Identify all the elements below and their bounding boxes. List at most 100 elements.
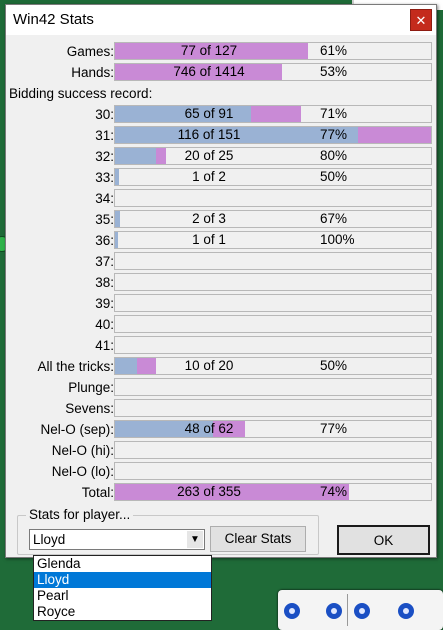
stat-percent: 53% xyxy=(320,64,348,79)
player-option-lloyd[interactable]: Lloyd xyxy=(34,572,211,588)
stat-row-label: Hands: xyxy=(71,65,114,80)
stat-percent: 61% xyxy=(320,43,348,58)
stat-bar: 116 of 151 77% xyxy=(114,126,432,144)
close-button[interactable]: ✕ xyxy=(410,9,432,31)
stat-row-label: 35: xyxy=(95,212,114,227)
ok-button[interactable]: OK xyxy=(337,525,430,555)
stat-bar: 263 of 355 74% xyxy=(114,483,432,501)
stat-row-label: 39: xyxy=(95,296,114,311)
stat-row-label: 40: xyxy=(95,317,114,332)
stat-count: 10 of 20 xyxy=(184,358,234,373)
stat-row: 32: 20 of 25 80% xyxy=(6,146,436,167)
stat-row: 37: xyxy=(6,251,436,272)
stat-bar xyxy=(114,252,432,270)
stat-count: 65 of 91 xyxy=(184,106,234,121)
stat-count: 116 of 151 xyxy=(177,127,241,142)
stat-row-label: 34: xyxy=(95,191,114,206)
player-option-glenda[interactable]: Glenda xyxy=(34,556,211,572)
stat-bar: 2 of 3 67% xyxy=(114,210,432,228)
stat-bar xyxy=(114,273,432,291)
player-select[interactable]: Lloyd ▼ xyxy=(29,529,205,550)
stat-row-label: 38: xyxy=(95,275,114,290)
stat-row-label: 31: xyxy=(95,128,114,143)
domino-pip xyxy=(398,603,414,619)
stat-bar: 10 of 20 50% xyxy=(114,357,432,375)
stat-bar xyxy=(114,399,432,417)
stat-bar xyxy=(114,189,432,207)
stat-percent: 50% xyxy=(320,358,348,373)
stat-count: 1 of 1 xyxy=(192,232,226,247)
stat-row-label: Games: xyxy=(66,44,114,59)
stat-percent: 77% xyxy=(320,127,348,142)
stat-row: 39: xyxy=(6,293,436,314)
stat-count: 77 of 127 xyxy=(180,43,238,58)
stat-bar xyxy=(114,315,432,333)
stat-bar: 48 of 62 77% xyxy=(114,420,432,438)
stat-row: Nel-O (lo): xyxy=(6,461,436,482)
stat-bar: 20 of 25 80% xyxy=(114,147,432,165)
stat-row-label: Nel-O (lo): xyxy=(51,464,114,479)
stat-count: 263 of 355 xyxy=(177,484,241,499)
chevron-down-icon[interactable]: ▼ xyxy=(187,531,203,548)
stat-bar xyxy=(114,336,432,354)
stat-count: 2 of 3 xyxy=(192,211,226,226)
player-option-royce[interactable]: Royce xyxy=(34,604,211,620)
stat-row-label: 41: xyxy=(95,338,114,353)
stat-bar: 1 of 2 50% xyxy=(114,168,432,186)
clear-stats-button[interactable]: Clear Stats xyxy=(210,526,306,552)
stat-row-label: Sevens: xyxy=(65,401,114,416)
stat-bar: 746 of 1414 53% xyxy=(114,63,432,81)
domino-divider xyxy=(347,594,348,626)
stat-row-label: 37: xyxy=(95,254,114,269)
stat-row: Plunge: xyxy=(6,377,436,398)
stat-row-label: 32: xyxy=(95,149,114,164)
title-bar[interactable]: Win42 Stats ✕ xyxy=(6,5,436,35)
stat-percent: 77% xyxy=(320,421,348,436)
stat-row: 33: 1 of 2 50% xyxy=(6,167,436,188)
stat-bar-fill-purple xyxy=(358,127,431,143)
stat-row: 40: xyxy=(6,314,436,335)
stat-row: Nel-O (hi): xyxy=(6,440,436,461)
stat-row: 31: 116 of 151 77% xyxy=(6,125,436,146)
stat-row: Nel-O (sep): 48 of 62 77% xyxy=(6,419,436,440)
window-title: Win42 Stats xyxy=(13,11,94,28)
stat-row: 30: 65 of 91 71% xyxy=(6,104,436,125)
stat-row: 34: xyxy=(6,188,436,209)
background-domino xyxy=(278,590,443,630)
stat-bar: 77 of 127 61% xyxy=(114,42,432,60)
stat-percent: 100% xyxy=(320,232,355,247)
stat-row: 41: xyxy=(6,335,436,356)
stat-row: Total: 263 of 355 74% xyxy=(6,482,436,503)
stat-row: Hands: 746 of 1414 53% xyxy=(6,62,436,83)
stat-row: 35: 2 of 3 67% xyxy=(6,209,436,230)
player-dropdown-list: Glenda Lloyd Pearl Royce xyxy=(33,555,212,621)
stat-count: 746 of 1414 xyxy=(173,64,245,79)
stat-row: All the tricks: 10 of 20 50% xyxy=(6,356,436,377)
stat-row: Games: 77 of 127 61% xyxy=(6,41,436,62)
bidding-header: Bidding success record: xyxy=(9,86,153,101)
stat-count: 1 of 2 xyxy=(192,169,226,184)
stat-bar: 65 of 91 71% xyxy=(114,105,432,123)
stat-count: 48 of 62 xyxy=(184,421,234,436)
player-group-label: Stats for player... xyxy=(26,507,134,522)
stat-percent: 71% xyxy=(320,106,348,121)
stat-row: 36: 1 of 1 100% xyxy=(6,230,436,251)
stat-bar xyxy=(114,294,432,312)
stats-dialog: Win42 Stats ✕ Games: 77 of 127 61% Hands: 74… xyxy=(5,4,437,621)
stat-count: 20 of 25 xyxy=(184,148,234,163)
stat-row-label: Nel-O (hi): xyxy=(51,443,114,458)
stat-row-label: 36: xyxy=(95,233,114,248)
stat-row-label: Nel-O (sep): xyxy=(40,422,114,437)
player-option-pearl[interactable]: Pearl xyxy=(34,588,211,604)
stat-percent: 74% xyxy=(320,484,348,499)
domino-pip xyxy=(326,603,342,619)
stat-row-label: All the tricks: xyxy=(37,359,114,374)
stat-row-label: Plunge: xyxy=(68,380,114,395)
stat-row-label: 30: xyxy=(95,107,114,122)
stat-row-label: Total: xyxy=(81,485,114,500)
player-select-value: Lloyd xyxy=(33,532,66,547)
stat-bar: 1 of 1 100% xyxy=(114,231,432,249)
stat-percent: 80% xyxy=(320,148,348,163)
stat-row: Sevens: xyxy=(6,398,436,419)
stat-bar xyxy=(114,378,432,396)
